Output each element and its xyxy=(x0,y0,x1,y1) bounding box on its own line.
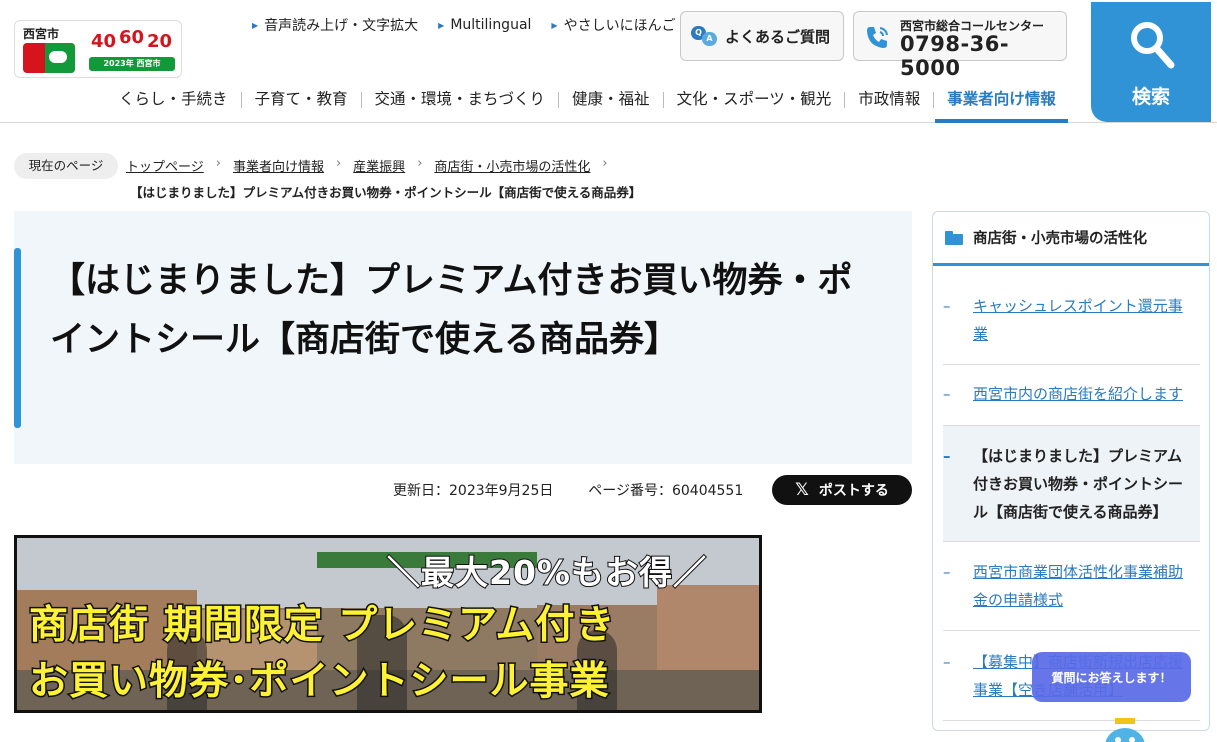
x-logo-icon: 𝕏 xyxy=(795,480,809,500)
chevron-right-icon: › xyxy=(335,156,342,171)
banner-text-line2: 商店街 期間限定 プレミアム付き xyxy=(27,602,616,650)
sidebar-item-premium-voucher[interactable]: – 【はじまりました】プレミアム付きお買い物券・ポイントシール【商店街で使える商… xyxy=(943,426,1200,542)
banner-text-line3: お買い物券･ポイントシール事業 xyxy=(28,658,611,706)
gnav-item-city-info[interactable]: 市政情報 xyxy=(845,86,933,114)
dash-icon: – xyxy=(943,563,951,581)
triangle-right-icon: ▶ xyxy=(252,20,259,30)
chevron-right-icon: › xyxy=(417,156,423,171)
page-meta: 更新日：2023年9月25日 ページ番号：60404551 xyxy=(393,480,743,500)
city-emblem-icon xyxy=(23,43,75,73)
sidebar-item-label: 西宮市商業団体活性化事業補助金の申請様式 xyxy=(973,563,1184,609)
dash-icon: – xyxy=(943,297,951,315)
gnav-item-transport[interactable]: 交通・環境・まちづくり xyxy=(362,86,559,114)
gnav-item-childcare[interactable]: 子育て・教育 xyxy=(242,86,361,114)
banner-text-discount: ＼最大20%もお得／ xyxy=(386,552,707,593)
utility-links: ▶ 音声読み上げ・文字拡大 ▶ Multilingual ▶ やさしいにほんご xyxy=(252,15,676,35)
sidebar-heading-label: 商店街・小売市場の活性化 xyxy=(973,231,1147,247)
global-nav: くらし・手続き 子育て・教育 交通・環境・まちづくり 健康・福祉 文化・スポーツ… xyxy=(106,86,1069,123)
anniversary-num-mid: 60 xyxy=(119,27,145,48)
call-center-button[interactable]: 西宮市総合コールセンター 0798-36-5000 xyxy=(853,11,1067,80)
util-link-label: Multilingual xyxy=(450,17,532,33)
page-title: 【はじまりました】プレミアム付きお買い物券・ポイントシール【商店街で使える商品券… xyxy=(50,261,853,360)
triangle-right-icon: ▶ xyxy=(551,20,558,30)
page-number: ページ番号：60404551 xyxy=(588,483,744,499)
breadcrumb-link-business[interactable]: 事業者向け情報 xyxy=(233,156,324,175)
sidebar-item-cashless[interactable]: – キャッシュレスポイント還元事業 xyxy=(943,292,1200,365)
util-link-label: 音声読み上げ・文字拡大 xyxy=(264,18,419,34)
call-center-number: 0798-36-5000 xyxy=(900,32,1010,80)
faq-label: よくあるご質問 xyxy=(725,27,831,46)
search-button[interactable]: 検索 xyxy=(1091,2,1211,122)
sidebar-item-shopping-streets[interactable]: – 西宮市内の商店街を紹介します xyxy=(943,380,1200,426)
post-label: ポストする xyxy=(818,483,889,499)
sidebar-item-subsidy-forms[interactable]: – 西宮市商業団体活性化事業補助金の申請様式 xyxy=(943,558,1200,631)
util-link-easy-japanese[interactable]: ▶ やさしいにほんご xyxy=(551,15,675,35)
site-logo[interactable]: 西宮市 40 60 20 2023年 西宮市 xyxy=(14,20,182,78)
util-link-multilingual[interactable]: ▶ Multilingual xyxy=(438,15,531,35)
anniversary-num-left: 40 xyxy=(91,31,117,52)
dash-icon: – xyxy=(943,385,951,403)
x-post-button[interactable]: 𝕏 ポストする xyxy=(772,475,912,505)
folder-icon xyxy=(945,230,963,245)
sidebar-item-label: 西宮市内の商店街を紹介します xyxy=(973,385,1184,403)
sidebar-item-label: キャッシュレスポイント還元事業 xyxy=(973,297,1183,343)
anniversary-bottom: 2023年 西宮市 xyxy=(89,57,175,71)
logo-city-name: 西宮市 xyxy=(23,27,60,41)
chatbot-label: 質問にお答えします！ xyxy=(1051,670,1172,685)
search-icon xyxy=(1131,22,1175,69)
breadcrumb-current: 【はじまりました】プレミアム付きお買い物券・ポイントシール【商店街で使える商品券… xyxy=(130,185,642,200)
dash-icon: – xyxy=(943,447,951,465)
chevron-right-icon: › xyxy=(602,156,608,171)
gnav-item-health[interactable]: 健康・福祉 xyxy=(559,86,663,114)
sidebar-heading: 商店街・小売市場の活性化 xyxy=(933,212,1209,266)
title-accent-bar xyxy=(14,248,21,428)
search-label: 検索 xyxy=(1131,86,1170,108)
campaign-banner: ＼最大20%もお得／ 商店街 期間限定 プレミアム付き お買い物券･ポイントシー… xyxy=(14,535,762,713)
breadcrumb-link-industry[interactable]: 産業振興 xyxy=(353,156,405,175)
page-title-block: 【はじまりました】プレミアム付きお買い物券・ポイントシール【商店街で使える商品券… xyxy=(14,211,912,464)
chatbot-button[interactable]: 質問にお答えします！ xyxy=(1032,652,1191,702)
dash-icon: – xyxy=(943,653,951,671)
faq-button[interactable]: QA よくあるご質問 xyxy=(680,11,844,61)
sidebar-item-label: 【はじまりました】プレミアム付きお買い物券・ポイントシール【商店街で使える商品券… xyxy=(973,447,1184,521)
breadcrumb-link-shopping-street[interactable]: 商店街・小売市場の活性化 xyxy=(434,156,590,175)
mascot-icon[interactable] xyxy=(1101,716,1149,742)
gnav-item-business[interactable]: 事業者向け情報 xyxy=(934,86,1069,123)
anniversary-logo: 40 60 20 2023年 西宮市 xyxy=(89,27,175,73)
qa-bubble-icon: QA xyxy=(691,26,717,46)
updated-date: 更新日：2023年9月25日 xyxy=(393,483,554,499)
gnav-item-culture[interactable]: 文化・スポーツ・観光 xyxy=(664,86,845,114)
triangle-right-icon: ▶ xyxy=(438,20,445,30)
site-header: 西宮市 40 60 20 2023年 西宮市 ▶ 音声読み上げ・文字拡大 ▶ Mul… xyxy=(0,0,1217,123)
breadcrumb-list: トップページ › 事業者向け情報 › 産業振興 › 商店街・小売市場の活性化 › xyxy=(126,156,608,175)
util-link-label: やさしいにほんご xyxy=(563,18,676,34)
util-link-accessibility[interactable]: ▶ 音声読み上げ・文字拡大 xyxy=(252,15,418,35)
breadcrumb-label: 現在のページ xyxy=(14,153,118,179)
chevron-right-icon: › xyxy=(215,156,221,171)
gnav-item-living[interactable]: くらし・手続き xyxy=(106,86,241,114)
anniversary-num-right: 20 xyxy=(147,31,173,52)
breadcrumb-link-top[interactable]: トップページ xyxy=(126,156,204,175)
phone-icon xyxy=(867,27,888,48)
